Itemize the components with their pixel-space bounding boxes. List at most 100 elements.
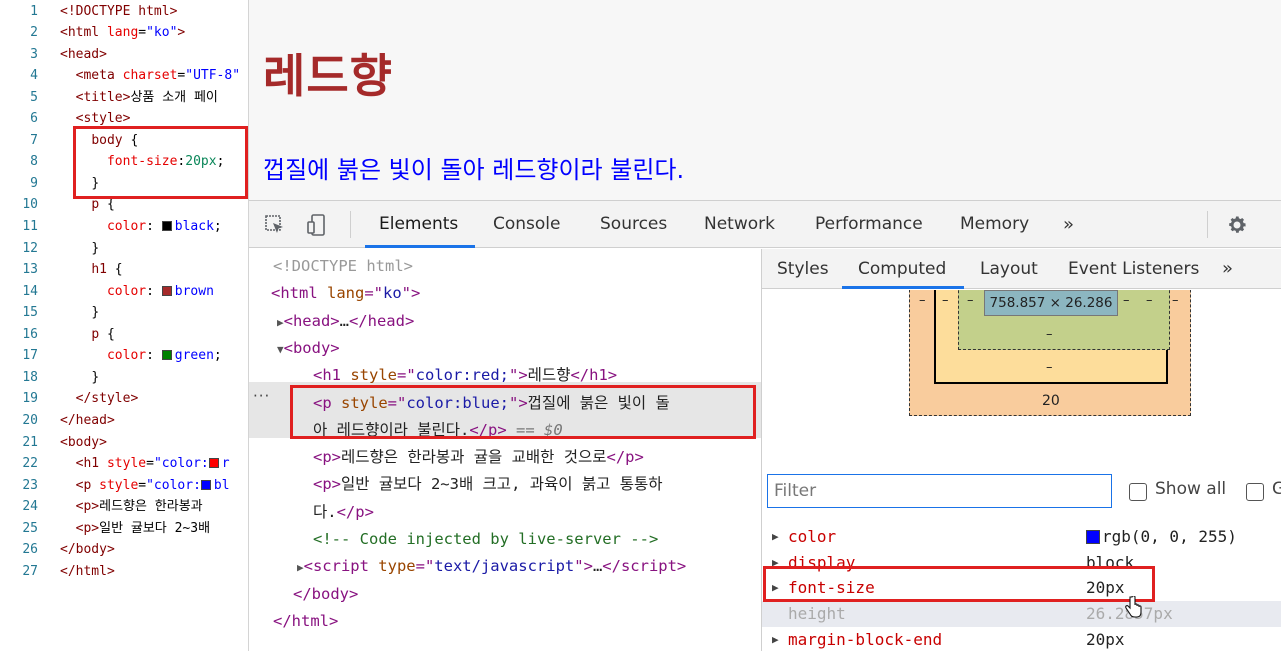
code-line[interactable]: 13 h1 { (0, 259, 248, 281)
box-model-margin-bottom: 20 (1042, 393, 1060, 409)
line-number: 1 (30, 3, 38, 19)
line-number: 6 (30, 111, 38, 127)
tab-elements[interactable]: Elements (379, 201, 458, 248)
gear-icon[interactable] (1225, 213, 1249, 237)
dom-node[interactable]: <p>레드향은 한라봉과 귤을 교배한 것으로</p> (249, 444, 761, 471)
code-line[interactable]: 5 <title>상품 소개 페이 (0, 87, 248, 109)
sidebar-tabs: Styles Computed Layout Event Listeners » (762, 249, 1281, 289)
code-line[interactable]: 25 <p>일반 귤보다 2~3배 (0, 518, 248, 540)
more-tabs-button[interactable]: » (1063, 201, 1074, 248)
code-text: } (91, 305, 100, 321)
sidebar-more-tabs-button[interactable]: » (1222, 249, 1233, 289)
dom-node[interactable]: <p>일반 귤보다 2~3배 크고, 과육이 붉고 통통하 (249, 471, 761, 498)
code-line[interactable]: 18 } (0, 367, 248, 389)
code-line[interactable]: 19 </style> (0, 388, 248, 410)
tab-styles[interactable]: Styles (777, 249, 829, 289)
computed-property-margin-block-end[interactable]: ▶ margin-block-end 20px (762, 627, 1281, 651)
dom-node[interactable]: <html lang="ko"> (249, 280, 761, 307)
expand-triangle-icon[interactable]: ▶ (772, 524, 779, 550)
code-line[interactable]: 24 <p>레드향은 한라봉과 (0, 496, 248, 518)
code-line[interactable]: 6 <style> (0, 108, 248, 130)
code-editor[interactable]: 1 <!DOCTYPE html> 2 <html lang="ko"> 3 <head>… (0, 0, 249, 651)
code-line[interactable]: 14 color: brown (0, 281, 248, 303)
line-number: 2 (30, 25, 38, 41)
color-swatch-icon[interactable] (1086, 530, 1100, 544)
code-line[interactable]: 1 <!DOCTYPE html> (0, 1, 248, 23)
rendered-page: 레드향 껍질에 붉은 빛이 돌아 레드향이라 불린다. (249, 0, 1281, 200)
code-line[interactable]: 27 </html> (0, 561, 248, 583)
expand-triangle-icon[interactable]: ▶ (772, 575, 779, 601)
tab-performance[interactable]: Performance (815, 201, 923, 248)
code-line[interactable]: 12 } (0, 238, 248, 260)
code-text: body { (91, 132, 139, 148)
dom-node[interactable]: ▶<script type="text/javascript">…</scrip… (249, 553, 761, 580)
code-text: font-size:20px; (106, 154, 225, 170)
dom-node[interactable]: ▼<body> (249, 335, 761, 362)
line-number: 14 (22, 283, 38, 299)
inspect-element-icon[interactable] (263, 213, 287, 237)
code-line[interactable]: 10 p { (0, 194, 248, 216)
dom-node[interactable]: <h1 style="color:red;">레드향</h1> (249, 362, 761, 389)
computed-property-height[interactable]: height26.2857px (762, 601, 1281, 628)
code-text: <body> (60, 434, 107, 450)
computed-property-font-size[interactable]: ▶ font-size 20px (762, 575, 1281, 601)
dom-node[interactable]: </html> (249, 608, 761, 635)
code-line[interactable]: 20 </head> (0, 410, 248, 432)
code-text: <h1 style="color: r (75, 456, 230, 472)
group-checkbox[interactable] (1246, 483, 1264, 501)
tab-network[interactable]: Network (704, 201, 775, 248)
property-name: color (788, 527, 837, 546)
computed-property-color[interactable]: ▶ color rgb(0, 0, 255) (762, 524, 1281, 550)
dom-node[interactable]: </body> (249, 581, 761, 608)
filter-row: Show all G (762, 474, 1281, 514)
tab-layout[interactable]: Layout (980, 249, 1038, 289)
device-toolbar-icon[interactable] (305, 213, 329, 237)
dom-node[interactable]: <!-- Code injected by live-server --> (249, 526, 761, 553)
computed-property-display[interactable]: ▶ display block (762, 550, 1281, 576)
box-model-diagram: 758.857 × 26.286 – – – – – – – – 20 (762, 290, 1281, 440)
devtools-panel: Elements Console Sources Network Performance… (249, 200, 1281, 651)
page-heading: 레드향 (263, 49, 393, 103)
tab-memory[interactable]: Memory (960, 201, 1029, 248)
line-number: 23 (22, 477, 38, 493)
line-number: 21 (22, 434, 38, 450)
code-line[interactable]: 2 <html lang="ko"> (0, 22, 248, 44)
property-value: rgb(0, 0, 255) (1086, 524, 1237, 550)
code-line[interactable]: 4 <meta charset="UTF-8" (0, 65, 248, 87)
dom-node[interactable]: 다.</p> (249, 499, 761, 526)
toolbar-divider (350, 211, 351, 238)
tab-event-listeners[interactable]: Event Listeners (1068, 249, 1199, 289)
code-line[interactable]: 7 body { (0, 130, 248, 152)
code-line[interactable]: 16 p { (0, 324, 248, 346)
code-line[interactable]: 11 color: black; (0, 216, 248, 238)
code-line[interactable]: 26 </body> (0, 539, 248, 561)
code-line[interactable]: 23 <p style="color: bl (0, 475, 248, 497)
box-model-margin-right: – (1172, 293, 1179, 308)
code-line[interactable]: 21 <body> (0, 432, 248, 454)
dom-node[interactable]: <!DOCTYPE html> (249, 253, 761, 280)
dom-tree[interactable]: ··· <!DOCTYPE html> <html lang="ko"> ▶<hea… (249, 249, 761, 651)
code-line[interactable]: 15 } (0, 302, 248, 324)
code-line[interactable]: 22 <h1 style="color: r (0, 453, 248, 475)
sidebar-active-tab-indicator (842, 286, 964, 289)
dom-node[interactable]: 아 레드향이라 불린다.</p> == $0 (249, 417, 761, 444)
filter-input[interactable] (767, 474, 1112, 508)
dom-node[interactable]: ▶<head>…</head> (249, 308, 761, 335)
tab-sources[interactable]: Sources (600, 201, 667, 248)
tab-console[interactable]: Console (493, 201, 561, 248)
line-number: 8 (30, 154, 38, 170)
expand-triangle-icon[interactable]: ▶ (772, 627, 779, 651)
code-line[interactable]: 3 <head> (0, 44, 248, 66)
code-line[interactable]: 8 font-size:20px; (0, 151, 248, 173)
line-number: 3 (30, 46, 38, 62)
box-model-content[interactable]: 758.857 × 26.286 (984, 290, 1118, 316)
dom-node[interactable]: <p style="color:blue;">껍질에 붉은 빛이 돌 (249, 390, 761, 417)
code-line[interactable]: 17 color: green; (0, 345, 248, 367)
expand-triangle-icon[interactable]: ▶ (772, 550, 779, 576)
code-text: h1 { (91, 262, 123, 278)
group-label: G (1272, 479, 1281, 499)
box-model-border-bottom: – (1046, 360, 1053, 375)
show-all-checkbox[interactable] (1129, 483, 1147, 501)
code-line[interactable]: 9 } (0, 173, 248, 195)
tab-computed[interactable]: Computed (858, 249, 946, 289)
